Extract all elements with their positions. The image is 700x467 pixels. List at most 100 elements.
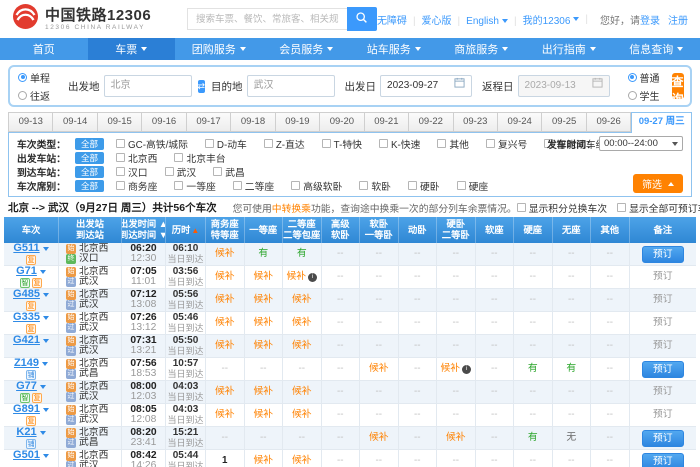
filter-option-checkbox[interactable]: 硬座 [457,179,489,193]
train-number-link[interactable]: K21 [16,427,36,438]
header-link-4[interactable]: 我的12306 [523,12,580,27]
filter-option-checkbox[interactable]: 二等座 [233,179,274,193]
train-expand-icon[interactable] [43,316,49,320]
date-tab-09-24[interactable]: 09-24 [498,112,542,132]
nav-item-2[interactable]: 车票 [88,38,176,60]
nav-item-6[interactable]: 商旅服务 [438,38,526,60]
train-expand-icon[interactable] [43,293,49,297]
header-link-1[interactable]: 无障碍 [377,12,407,27]
nav-item-3[interactable]: 团购服务 [175,38,263,60]
swap-cities-icon[interactable]: ⇄ [198,80,206,93]
filter-option-checkbox[interactable]: 硬卧 [408,179,440,193]
train-number-link[interactable]: G501 [13,450,40,461]
date-tab-09-22[interactable]: 09-22 [409,112,453,132]
filter-option-checkbox[interactable]: 武汉 [165,165,197,179]
nav-item-8[interactable]: 信息查询 [613,38,700,60]
date-tab-09-25[interactable]: 09-25 [542,112,586,132]
filter-all-button[interactable]: 全部 [75,138,104,150]
book-button[interactable]: 预订 [642,246,684,263]
column-header-4[interactable]: 历时▲ [166,217,206,243]
train-expand-icon[interactable] [43,454,49,458]
train-expand-icon[interactable] [43,247,49,251]
date-tab-09-17[interactable]: 09-17 [187,112,231,132]
filter-option-checkbox[interactable]: 商务座 [116,179,157,193]
filter-option-checkbox[interactable]: GC-高铁/城际 [116,137,188,151]
filter-option-checkbox[interactable]: 其他 [437,137,469,151]
seat-availability: -- [375,410,382,421]
nav-item-1[interactable]: 首页 [0,38,88,60]
filter-option-checkbox[interactable]: 汉口 [116,165,148,179]
type-student-radio[interactable]: 学生 [628,88,660,103]
nav-item-7[interactable]: 出行指南 [525,38,613,60]
train-number-link[interactable]: G71 [16,266,37,277]
filter-all-button[interactable]: 全部 [75,180,104,192]
column-header-3[interactable]: 出发时间 ▲到达时间 ▼ [122,217,166,243]
date-tab-09-21[interactable]: 09-21 [365,112,409,132]
train-number-link[interactable]: G77 [16,381,37,392]
register-link[interactable]: 注册 [668,12,688,27]
seat-cell: -- [591,312,630,334]
filter-option-checkbox[interactable]: 软卧 [359,179,391,193]
date-tab-09-15[interactable]: 09-15 [98,112,142,132]
from-station-tag-icon: 始 [66,244,76,254]
query-button[interactable]: 查询 [672,73,684,99]
filter-option-checkbox[interactable]: 北京丰台 [174,151,225,165]
transfer-link[interactable]: 中转换乘 [272,204,311,215]
filter-option-checkbox[interactable]: 复兴号 [486,137,527,151]
filter-all-button[interactable]: 全部 [75,152,104,164]
type-normal-radio[interactable]: 普通 [628,70,660,85]
date-tab-09-16[interactable]: 09-16 [142,112,186,132]
date-tab-09-20[interactable]: 09-20 [320,112,364,132]
date-tab-active[interactable]: 09-27 周三 [631,112,692,133]
login-link[interactable]: 登录 [640,16,660,27]
date-tab-09-19[interactable]: 09-19 [276,112,320,132]
filter-option-checkbox[interactable]: K-快速 [379,137,420,151]
to-city-input[interactable]: 武汉 [247,75,335,97]
station-cell: 始北京西终汉口 [59,243,122,265]
train-expand-icon[interactable] [42,362,48,366]
nav-item-4[interactable]: 会员服务 [263,38,351,60]
date-tab-09-14[interactable]: 09-14 [53,112,97,132]
search-button[interactable] [347,7,377,31]
train-expand-icon[interactable] [40,431,46,435]
header-link-2[interactable]: 爱心版 [422,12,452,27]
train-expand-icon[interactable] [43,339,49,343]
filter-option-checkbox[interactable]: 高级软卧 [291,179,342,193]
search-input[interactable] [187,8,347,30]
train-number-link[interactable]: G485 [13,289,40,300]
date-tab-09-13[interactable]: 09-13 [8,112,53,132]
depart-time-select[interactable]: 00:00--24:00 [599,136,683,151]
filter-option-checkbox[interactable]: 一等座 [174,179,215,193]
book-button[interactable]: 预订 [642,361,684,378]
show-points-checkbox[interactable]: 显示积分兑换车次 [517,201,607,215]
header-link-3[interactable]: English [466,16,508,27]
train-number-link[interactable]: G335 [13,312,40,323]
trip-round-radio[interactable]: 往返 [18,88,50,103]
nav-item-5[interactable]: 站车服务 [350,38,438,60]
apply-filter-button[interactable]: 筛选 [633,174,683,193]
train-expand-icon[interactable] [40,385,46,389]
depart-date-input[interactable]: 2023-09-27 [380,75,472,97]
book-button[interactable]: 预订 [642,430,684,447]
seat-availability: -- [414,433,421,444]
train-expand-icon[interactable] [40,270,46,274]
date-tab-09-26[interactable]: 09-26 [587,112,631,132]
filter-option-checkbox[interactable]: 武昌 [213,165,245,179]
date-tab-09-23[interactable]: 09-23 [454,112,498,132]
show-bookable-checkbox[interactable]: 显示全部可预订车次 [617,201,700,215]
date-tab-09-18[interactable]: 09-18 [231,112,275,132]
seat-cell: 有 [283,243,322,265]
filter-option-checkbox[interactable]: T-特快 [322,137,362,151]
train-number-link[interactable]: Z149 [14,358,39,369]
filter-option-checkbox[interactable]: D-动车 [205,137,247,151]
from-city-input[interactable]: 北京 [104,75,192,97]
trip-oneway-radio[interactable]: 单程 [18,70,50,85]
train-expand-icon[interactable] [43,408,49,412]
book-button[interactable]: 预订 [642,453,684,467]
filter-all-button[interactable]: 全部 [75,166,104,178]
train-number-link[interactable]: G511 [13,243,39,254]
filter-option-checkbox[interactable]: 北京西 [116,151,157,165]
train-number-link[interactable]: G891 [13,404,40,415]
filter-option-checkbox[interactable]: Z-直达 [264,137,305,151]
train-number-link[interactable]: G421 [13,335,40,346]
